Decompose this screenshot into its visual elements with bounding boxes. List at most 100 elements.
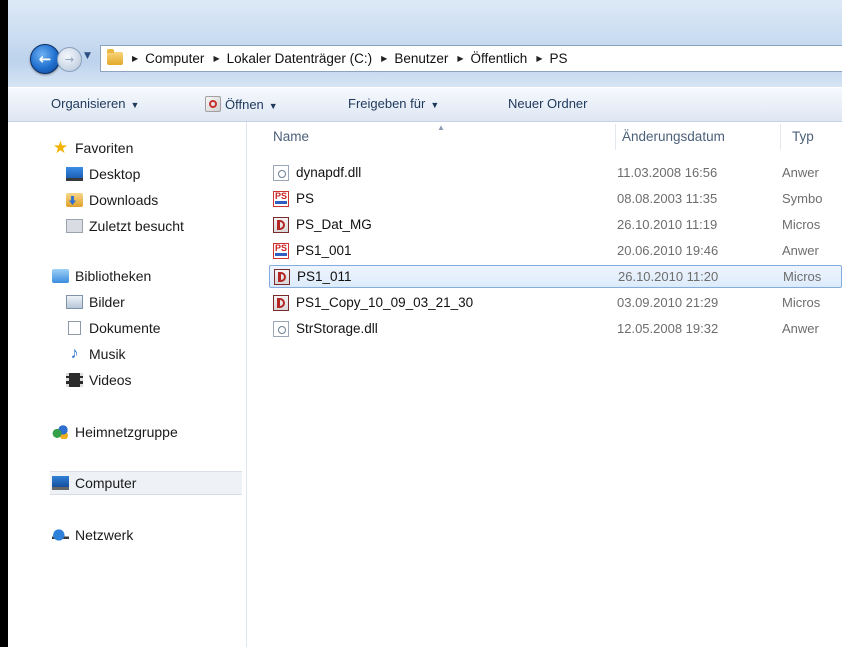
pictures-icon bbox=[66, 295, 83, 309]
arrow-right-icon: → bbox=[64, 53, 75, 66]
recent-pages-dropdown[interactable]: ▼ bbox=[84, 51, 91, 61]
ps-shortcut-icon: PS bbox=[273, 191, 289, 207]
chevron-right-icon[interactable]: ▶ bbox=[381, 54, 387, 63]
breadcrumb-public[interactable]: Öffentlich bbox=[471, 51, 528, 66]
star-icon: ★ bbox=[52, 138, 69, 157]
recent-places-icon bbox=[66, 219, 83, 233]
file-date: 12.05.2008 19:32 bbox=[617, 321, 719, 336]
nav-computer[interactable]: Computer bbox=[50, 471, 242, 495]
chevron-down-icon: ▼ bbox=[130, 100, 140, 110]
nav-pictures[interactable]: Bilder bbox=[66, 290, 242, 314]
organize-button[interactable]: Organisieren ▼ bbox=[51, 96, 139, 111]
column-header-date[interactable]: Änderungsdatum bbox=[622, 122, 725, 152]
downloads-icon bbox=[66, 193, 83, 207]
file-type: Micros bbox=[783, 269, 822, 284]
file-type: Anwer bbox=[782, 243, 819, 258]
file-name: PS bbox=[296, 191, 315, 206]
column-divider[interactable] bbox=[615, 124, 616, 150]
arrow-left-icon: ← bbox=[38, 50, 52, 68]
file-name: PS_Dat_MG bbox=[296, 217, 372, 232]
breadcrumb-local-disk[interactable]: Lokaler Datenträger (C:) bbox=[227, 51, 373, 66]
address-bar[interactable]: ▶ Computer ▶ Lokaler Datenträger (C:) ▶ … bbox=[100, 45, 842, 72]
file-type: Anwer bbox=[782, 165, 819, 180]
window-chrome: ← → ▼ ▶ Computer ▶ Lokaler Datenträger (… bbox=[8, 0, 842, 87]
folder-icon bbox=[107, 49, 123, 65]
file-row-selected[interactable]: PS1_011 26.10.2010 11:20 Micros bbox=[269, 265, 842, 288]
libraries-icon bbox=[52, 269, 69, 283]
file-row[interactable]: PS1_Copy_10_09_03_21_30 03.09.2010 21:29… bbox=[269, 292, 842, 315]
nav-desktop[interactable]: Desktop bbox=[66, 162, 242, 186]
file-name: PS1_Copy_10_09_03_21_30 bbox=[296, 295, 474, 310]
file-row[interactable]: dynapdf.dll 11.03.2008 16:56 Anwer bbox=[269, 162, 842, 185]
new-folder-label: Neuer Ordner bbox=[508, 96, 588, 111]
file-date: 26.10.2010 11:20 bbox=[618, 269, 719, 284]
breadcrumb-users[interactable]: Benutzer bbox=[394, 51, 448, 66]
nav-label: Heimnetzgruppe bbox=[75, 424, 178, 440]
chevron-right-icon[interactable]: ▶ bbox=[457, 54, 463, 63]
homegroup-icon bbox=[52, 425, 69, 439]
column-label: Name bbox=[273, 129, 310, 144]
command-bar: Organisieren ▼ Öffnen ▼ Freigeben für ▼ Neu… bbox=[8, 87, 842, 122]
file-type: Symbo bbox=[782, 191, 823, 206]
file-date: 26.10.2010 11:19 bbox=[617, 217, 718, 232]
file-type: Anwer bbox=[782, 321, 819, 336]
access-db-icon bbox=[274, 269, 290, 285]
access-db-icon bbox=[273, 217, 289, 233]
nav-label: Videos bbox=[89, 372, 132, 388]
nav-label: Netzwerk bbox=[75, 527, 134, 543]
nav-network[interactable]: Netzwerk bbox=[52, 523, 242, 547]
nav-videos[interactable]: Videos bbox=[66, 368, 242, 392]
nav-homegroup[interactable]: Heimnetzgruppe bbox=[52, 420, 242, 444]
dll-file-icon bbox=[273, 321, 289, 337]
chevron-right-icon[interactable]: ▶ bbox=[213, 54, 219, 63]
chevron-right-icon[interactable]: ▶ bbox=[132, 54, 138, 63]
nav-recent[interactable]: Zuletzt besucht bbox=[66, 214, 242, 238]
ps-app-icon: PS bbox=[273, 243, 289, 259]
chevron-down-icon: ▼ bbox=[430, 100, 440, 110]
file-row[interactable]: StrStorage.dll 12.05.2008 19:32 Anwer bbox=[269, 318, 842, 341]
chevron-down-icon: ▼ bbox=[84, 51, 91, 61]
desktop-icon bbox=[66, 167, 83, 181]
dll-file-icon bbox=[273, 165, 289, 181]
access-db-icon bbox=[273, 295, 289, 311]
nav-label: Bibliotheken bbox=[75, 268, 152, 284]
nav-music[interactable]: ♪ Musik bbox=[66, 342, 242, 366]
address-row: ← → ▼ ▶ Computer ▶ Lokaler Datenträger (… bbox=[8, 36, 842, 76]
open-button[interactable]: Öffnen ▼ bbox=[205, 96, 278, 112]
file-row[interactable]: PS PS1_001 20.06.2010 19:46 Anwer bbox=[269, 240, 842, 263]
new-folder-button[interactable]: Neuer Ordner bbox=[508, 96, 587, 111]
chevron-down-icon: ▼ bbox=[268, 101, 278, 111]
nav-libraries[interactable]: Bibliotheken bbox=[52, 264, 242, 288]
share-button[interactable]: Freigeben für ▼ bbox=[348, 96, 439, 111]
breadcrumb-computer[interactable]: Computer bbox=[145, 51, 204, 66]
file-date: 20.06.2010 19:46 bbox=[617, 243, 719, 258]
back-button[interactable]: ← bbox=[30, 44, 60, 74]
nav-label: Musik bbox=[89, 346, 126, 362]
navigation-pane: ★ Favoriten Desktop Downloads Zuletzt bes… bbox=[8, 122, 247, 647]
column-label: Typ bbox=[792, 129, 814, 144]
file-row[interactable]: PS_Dat_MG 26.10.2010 11:19 Micros bbox=[269, 214, 842, 237]
file-name: PS1_001 bbox=[296, 243, 352, 258]
column-header-type[interactable]: Typ bbox=[792, 122, 814, 152]
column-divider[interactable] bbox=[780, 124, 781, 150]
share-label: Freigeben für bbox=[348, 96, 426, 111]
music-note-icon: ♪ bbox=[70, 345, 79, 362]
film-strip-icon bbox=[66, 373, 83, 387]
access-app-icon bbox=[205, 96, 221, 112]
documents-icon bbox=[68, 321, 81, 335]
nav-downloads[interactable]: Downloads bbox=[66, 188, 242, 212]
file-row[interactable]: PS PS 08.08.2003 11:35 Symbo bbox=[269, 188, 842, 211]
file-type: Micros bbox=[782, 295, 821, 310]
sort-ascending-icon: ▲ bbox=[437, 123, 445, 132]
column-header-name[interactable]: Name bbox=[273, 122, 309, 152]
nav-documents[interactable]: Dokumente bbox=[66, 316, 242, 340]
explorer-window: ← → ▼ ▶ Computer ▶ Lokaler Datenträger (… bbox=[8, 0, 842, 647]
chevron-right-icon[interactable]: ▶ bbox=[536, 54, 542, 63]
open-label: Öffnen bbox=[225, 97, 264, 112]
nav-label: Computer bbox=[75, 475, 137, 491]
breadcrumb-ps[interactable]: PS bbox=[549, 51, 567, 66]
forward-button[interactable]: → bbox=[57, 47, 82, 72]
nav-label: Desktop bbox=[89, 166, 141, 182]
nav-label: Favoriten bbox=[75, 140, 134, 156]
nav-favorites[interactable]: ★ Favoriten bbox=[52, 136, 242, 160]
